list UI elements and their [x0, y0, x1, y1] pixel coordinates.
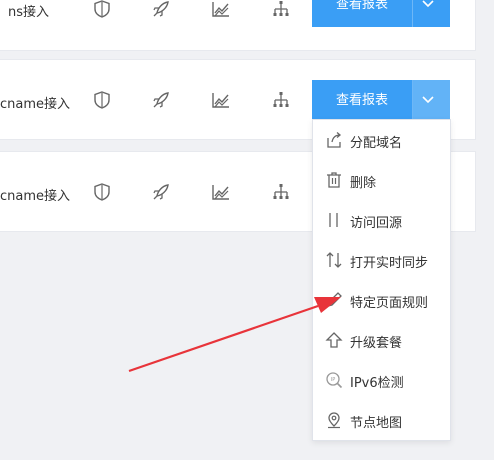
menu-item-label: 分配域名 — [350, 136, 403, 151]
rocket-icon[interactable] — [151, 0, 171, 19]
trash-icon — [325, 171, 343, 189]
view-report-button[interactable]: 查看报表 — [312, 80, 412, 120]
access-type-label: cname接入 — [0, 97, 71, 112]
menu-item-assign-domain[interactable]: 分配域名 — [313, 120, 450, 160]
shield-icon[interactable] — [92, 0, 112, 19]
menu-item-label: 节点地图 — [350, 416, 403, 431]
menu-item-label: 升级套餐 — [350, 336, 403, 351]
view-report-button[interactable]: 查看报表 — [312, 0, 412, 27]
rocket-icon[interactable] — [151, 90, 171, 110]
menu-item-node-map[interactable]: 节点地图 — [313, 400, 450, 440]
node-tree-icon[interactable] — [271, 90, 291, 110]
menu-item-delete[interactable]: 删除 — [313, 160, 450, 200]
line-chart-icon[interactable] — [211, 182, 231, 202]
node-tree-icon[interactable] — [271, 182, 291, 202]
upgrade-icon — [325, 331, 343, 349]
menu-item-label: 访问回源 — [350, 216, 403, 231]
shield-icon[interactable] — [92, 182, 112, 202]
menu-item-origin-access[interactable]: 访问回源 — [313, 200, 450, 240]
sync-icon — [325, 251, 343, 269]
origin-icon — [325, 211, 343, 229]
menu-item-label: IPv6检测 — [350, 376, 404, 391]
ipv6-icon: IP — [325, 371, 343, 389]
more-actions-menu: 分配域名 删除 访问回源 打开实时同步 特定页面规则 升级套餐 IP IPv6检… — [312, 119, 451, 441]
chevron-down-icon — [422, 96, 434, 104]
menu-item-label: 打开实时同步 — [350, 256, 429, 271]
more-actions-dropdown[interactable] — [412, 80, 450, 120]
node-tree-icon[interactable] — [271, 0, 291, 19]
access-type-label: ns接入 — [8, 5, 50, 20]
more-actions-dropdown[interactable] — [412, 0, 450, 27]
shield-icon[interactable] — [92, 90, 112, 110]
rocket-icon[interactable] — [151, 182, 171, 202]
share-icon — [325, 131, 343, 149]
menu-item-realtime-sync[interactable]: 打开实时同步 — [313, 240, 450, 280]
access-type-label: cname接入 — [0, 189, 71, 204]
line-chart-icon[interactable] — [211, 0, 231, 19]
menu-item-upgrade-plan[interactable]: 升级套餐 — [313, 320, 450, 360]
map-pin-icon — [325, 411, 343, 429]
menu-item-label: 删除 — [350, 176, 377, 191]
domain-row-1: ns接入 查看报表 — [0, 0, 476, 51]
pen-icon — [325, 291, 343, 309]
line-chart-icon[interactable] — [211, 90, 231, 110]
chevron-down-icon — [422, 0, 434, 8]
svg-text:IP: IP — [331, 377, 336, 383]
menu-item-label: 特定页面规则 — [350, 296, 429, 311]
menu-item-page-rules[interactable]: 特定页面规则 — [313, 280, 450, 320]
menu-item-ipv6-check[interactable]: IP IPv6检测 — [313, 360, 450, 400]
